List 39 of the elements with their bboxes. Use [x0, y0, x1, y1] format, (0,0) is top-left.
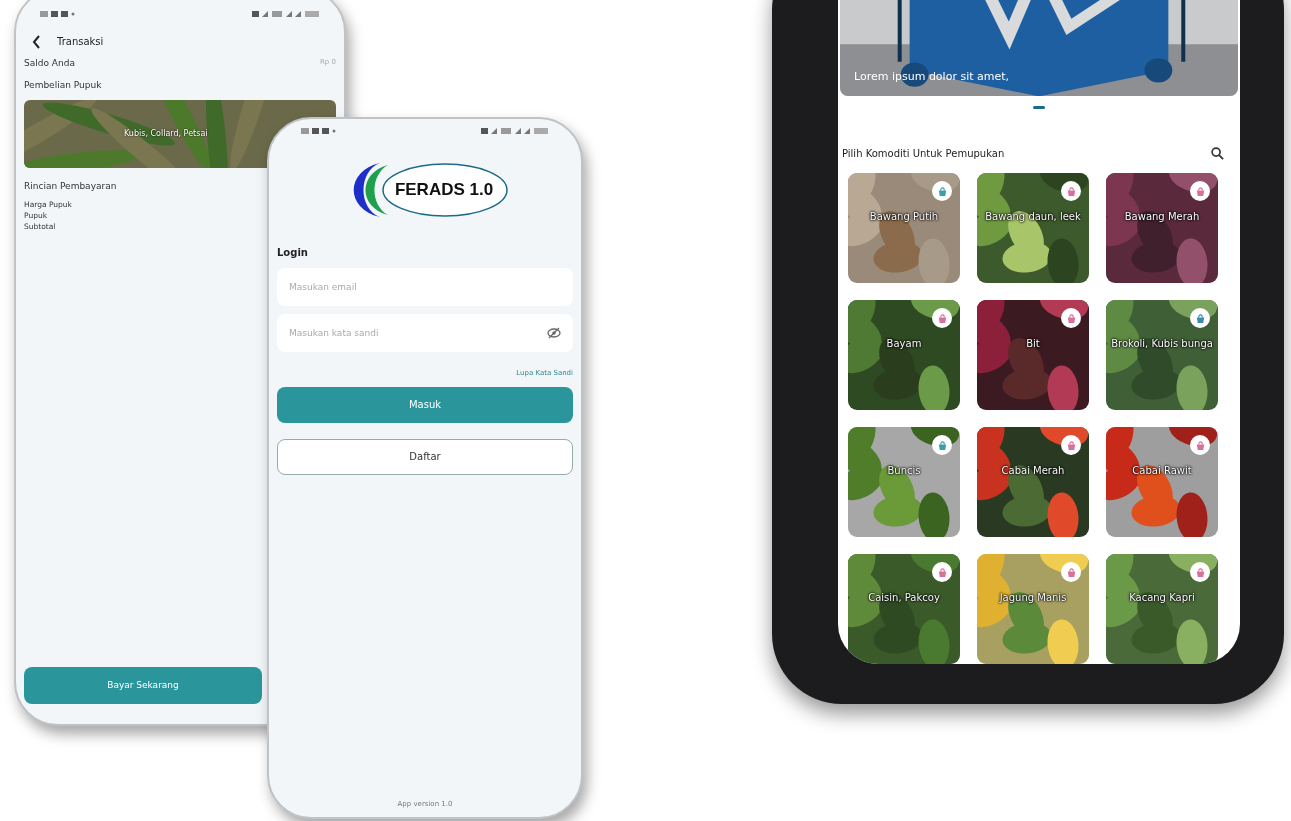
status-icons-drawing: [40, 9, 76, 19]
back-icon[interactable]: [32, 34, 41, 49]
commodity-card[interactable]: Bayam: [848, 300, 960, 410]
status-icons-drawing: [481, 126, 549, 136]
banner-caption: Kubis, Collard, Petsai: [124, 128, 208, 140]
commodity-name: Bit: [1025, 338, 1041, 350]
password-field[interactable]: Masukan kata sandi: [277, 314, 573, 352]
commodity-name: Cabai Rawit: [1131, 465, 1193, 477]
commodity-card[interactable]: Cabai Rawit: [1106, 427, 1218, 537]
eye-icon[interactable]: [547, 327, 561, 339]
balance-label: Saldo Anda: [24, 57, 75, 70]
screen-title: Transaksi: [57, 35, 104, 49]
register-button[interactable]: Daftar: [277, 438, 573, 475]
search-icon[interactable]: [1211, 147, 1224, 160]
login-title: Login: [277, 246, 309, 260]
commodity-card[interactable]: Kacang Kapri: [1106, 554, 1218, 664]
banner-caption: Lorem ipsum dolor sit amet,: [854, 70, 1011, 85]
carousel-indicator: [1033, 106, 1045, 109]
commodity-name: Bawang daun, leek: [984, 211, 1082, 223]
commodity-card[interactable]: Bawang Merah: [1106, 173, 1218, 283]
commodity-name: Kacang Kapri: [1128, 592, 1196, 604]
status-icons-drawing: [301, 126, 337, 136]
email-field[interactable]: Masukan email: [277, 268, 573, 306]
commodity-name: Brokoli, Kubis bunga: [1110, 338, 1214, 350]
logo-text: FERADS 1.0: [394, 179, 494, 202]
commodity-name: Caisin, Pakcoy: [867, 592, 941, 604]
section-heading: Pilih Komoditi Untuk Pemupukan: [842, 147, 1005, 161]
login-button[interactable]: Masuk: [277, 386, 573, 423]
commodity-name: Bayam: [885, 338, 923, 350]
details-title: Rincian Pembayaran: [23, 180, 118, 193]
commodity-name: Bawang Putih: [868, 211, 940, 223]
commodity-card[interactable]: Caisin, Pakcoy: [848, 554, 960, 664]
commodity-card[interactable]: Bit: [977, 300, 1089, 410]
commodity-name: Bawang Merah: [1123, 211, 1201, 223]
status-icons-drawing: [252, 9, 320, 19]
commodity-card[interactable]: Bawang daun, leek: [977, 173, 1089, 283]
section-title: Pembelian Pupuk: [23, 78, 103, 92]
pay-button[interactable]: Bayar Sekarang: [24, 667, 262, 704]
commodity-card[interactable]: Brokoli, Kubis bunga: [1106, 300, 1218, 410]
